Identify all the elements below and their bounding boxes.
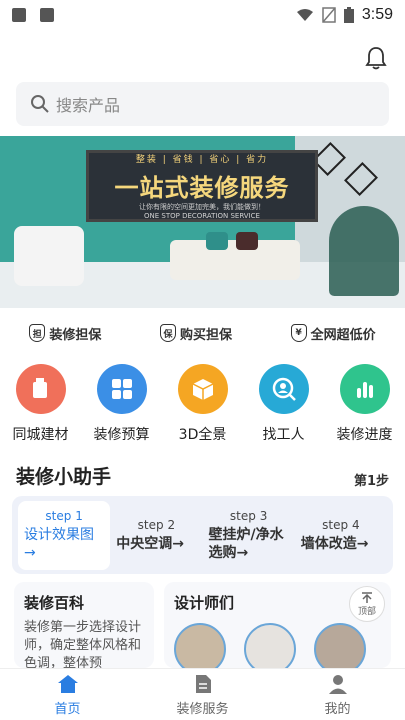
category-label: 同城建材: [12, 427, 69, 443]
banner-subtitle-en: ONE STOP DECORATION SERVICE: [144, 212, 260, 220]
step-4[interactable]: step 4 墙体改造→: [295, 510, 387, 561]
category-progress[interactable]: 装修进度: [329, 364, 401, 448]
assistant-step-indicator: 第1步: [353, 474, 389, 489]
text-icon: [40, 8, 54, 22]
banner-title: 一站式装修服务: [114, 173, 290, 202]
encyclopedia-card[interactable]: 装修百科 装修第一步选择设计师，确定整体风格和色调，整体预: [14, 582, 154, 668]
designer-avatars: [174, 623, 381, 668]
no-sim-icon: [322, 7, 336, 23]
status-time: 3:59: [361, 6, 393, 23]
search-icon: [31, 95, 49, 113]
progress-chart-icon: [339, 364, 390, 414]
step-number: step 3: [229, 508, 268, 523]
step-1[interactable]: step 1 设计效果图→: [18, 500, 111, 570]
category-label: 3D全景: [178, 427, 227, 443]
guarantee-label: 装修担保: [49, 327, 102, 343]
tab-label: 首页: [54, 701, 81, 717]
guarantee-row: 担 装修担保 保 购买担保 ¥ 全网超低价: [0, 318, 405, 348]
category-label: 找工人: [262, 427, 305, 443]
banner-subtitle: 让你有限的空间更加完美，我们能做到！ ONE STOP DECORATION S…: [96, 202, 308, 220]
step-number: step 2: [137, 517, 176, 532]
search-input[interactable]: 搜索产品: [16, 82, 389, 126]
guarantee-item: 担 装修担保: [29, 324, 101, 343]
tab-home[interactable]: 首页: [0, 669, 135, 720]
banner-chair: [14, 226, 84, 286]
steps-row: step 1 设计效果图→ step 2 中央空调→ step 3 壁挂炉/净水…: [12, 496, 393, 574]
category-building-materials[interactable]: 同城建材: [5, 364, 77, 448]
category-budget[interactable]: 装修预算: [86, 364, 158, 448]
wifi-icon: [296, 9, 313, 21]
step-2[interactable]: step 2 中央空调→: [110, 510, 202, 561]
category-grid: 同城建材 装修预算 3D全景 找工人 装修进度: [0, 364, 405, 448]
promo-banner[interactable]: 整装 | 省钱 | 省心 | 省力 一站式装修服务 让你有限的空间更加完美，我们…: [0, 136, 405, 308]
banner-tagline: 整装 | 省钱 | 省心 | 省力: [135, 155, 269, 165]
assistant-title: 装修小助手: [16, 466, 112, 488]
banner-cushion: [206, 232, 228, 250]
shield-icon: ¥: [290, 324, 307, 342]
arrow-up-icon: [362, 591, 372, 603]
bell-icon[interactable]: [365, 46, 387, 70]
step-text: 设计效果图→: [24, 526, 94, 561]
home-icon: [57, 674, 78, 693]
paint-bucket-icon: [15, 364, 66, 414]
status-bar: 3:59: [0, 0, 405, 30]
worker-search-icon: [258, 364, 309, 414]
back-to-top-button[interactable]: 顶部: [349, 586, 385, 622]
search-placeholder: 搜索产品: [56, 96, 121, 115]
back-to-top-label: 顶部: [357, 606, 376, 617]
designer-avatar[interactable]: [244, 623, 296, 668]
tab-services[interactable]: 装修服务: [135, 669, 270, 720]
step-3[interactable]: step 3 壁挂炉/净水选购→: [203, 501, 295, 570]
step-number: step 4: [322, 517, 360, 532]
banner-sofa: [170, 240, 300, 280]
top-bar: [0, 36, 405, 80]
guarantee-item: ¥ 全网超低价: [290, 324, 376, 343]
category-3d-panorama[interactable]: 3D全景: [167, 364, 239, 448]
guarantee-label: 全网超低价: [310, 327, 376, 343]
bottom-tab-bar: 首页 装修服务 我的: [0, 668, 405, 720]
step-text: 壁挂炉/净水选购→: [208, 526, 284, 561]
banner-subtitle-cn: 让你有限的空间更加完美，我们能做到！: [139, 203, 265, 211]
profile-icon: [328, 674, 347, 694]
tab-label: 装修服务: [176, 701, 229, 717]
category-find-workers[interactable]: 找工人: [248, 364, 320, 448]
category-label: 装修预算: [93, 427, 150, 443]
battery-icon: [343, 7, 354, 23]
designer-avatar[interactable]: [174, 623, 226, 668]
step-text: 墙体改造→: [300, 535, 369, 552]
designer-avatar[interactable]: [314, 623, 366, 668]
cube-icon: [177, 364, 228, 414]
calculator-icon: [96, 364, 147, 414]
document-icon: [195, 674, 211, 693]
step-text: 中央空调→: [116, 535, 184, 552]
card-text: 装修第一步选择设计师，确定整体风格和色调，整体预: [24, 620, 142, 668]
guarantee-label: 购买担保: [179, 327, 232, 343]
tab-label: 我的: [324, 701, 351, 717]
banner-plant: [329, 206, 399, 296]
guarantee-item: 保 购买担保: [159, 324, 232, 343]
shield-icon: 担: [29, 324, 46, 342]
shield-icon: 保: [159, 324, 176, 342]
step-number: step 1: [45, 508, 83, 523]
card-title: 装修百科: [24, 594, 85, 612]
banner-cushion: [236, 232, 258, 250]
image-icon: [12, 8, 26, 22]
category-label: 装修进度: [336, 427, 393, 443]
tab-profile[interactable]: 我的: [270, 669, 405, 720]
info-cards: 装修百科 装修第一步选择设计师，确定整体风格和色调，整体预 设计师们 查看: [14, 582, 391, 668]
